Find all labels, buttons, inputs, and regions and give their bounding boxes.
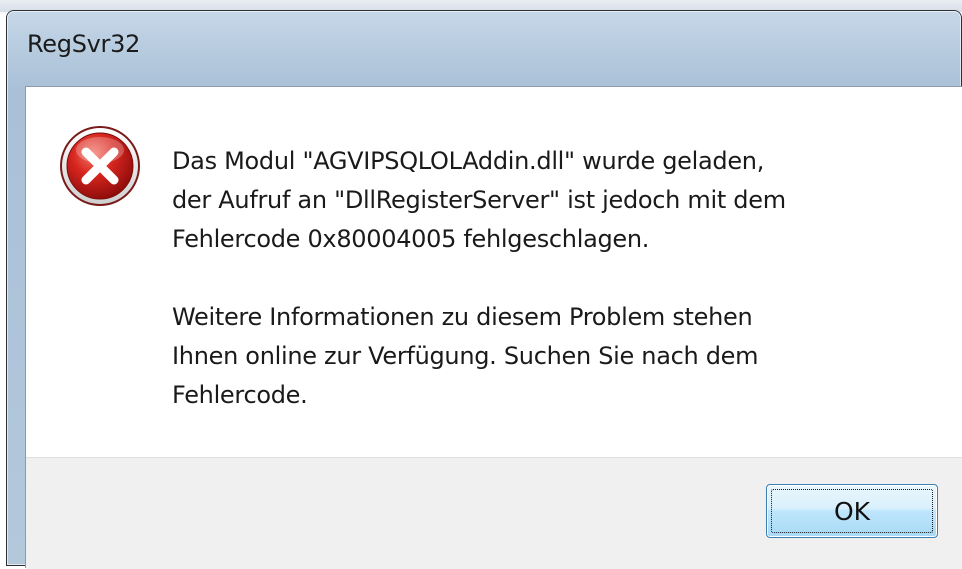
ok-button-label: OK: [833, 496, 871, 526]
error-icon: [58, 124, 142, 208]
dialog-window: RegSvr32 Das Modul "AGVIPSQLOLAddin.dll"…: [6, 10, 962, 569]
error-message-text: Das Modul "AGVIPSQLOLAddin.dll" wurde ge…: [172, 147, 786, 253]
window-title: RegSvr32: [27, 30, 141, 58]
error-help-text: Weitere Informationen zu diesem Problem …: [172, 303, 759, 409]
error-message: Das Modul "AGVIPSQLOLAddin.dll" wurde ge…: [172, 142, 952, 415]
dialog-client-area: Das Modul "AGVIPSQLOLAddin.dll" wurde ge…: [25, 86, 962, 569]
message-area: Das Modul "AGVIPSQLOLAddin.dll" wurde ge…: [26, 87, 962, 457]
ok-button[interactable]: OK: [766, 484, 938, 538]
